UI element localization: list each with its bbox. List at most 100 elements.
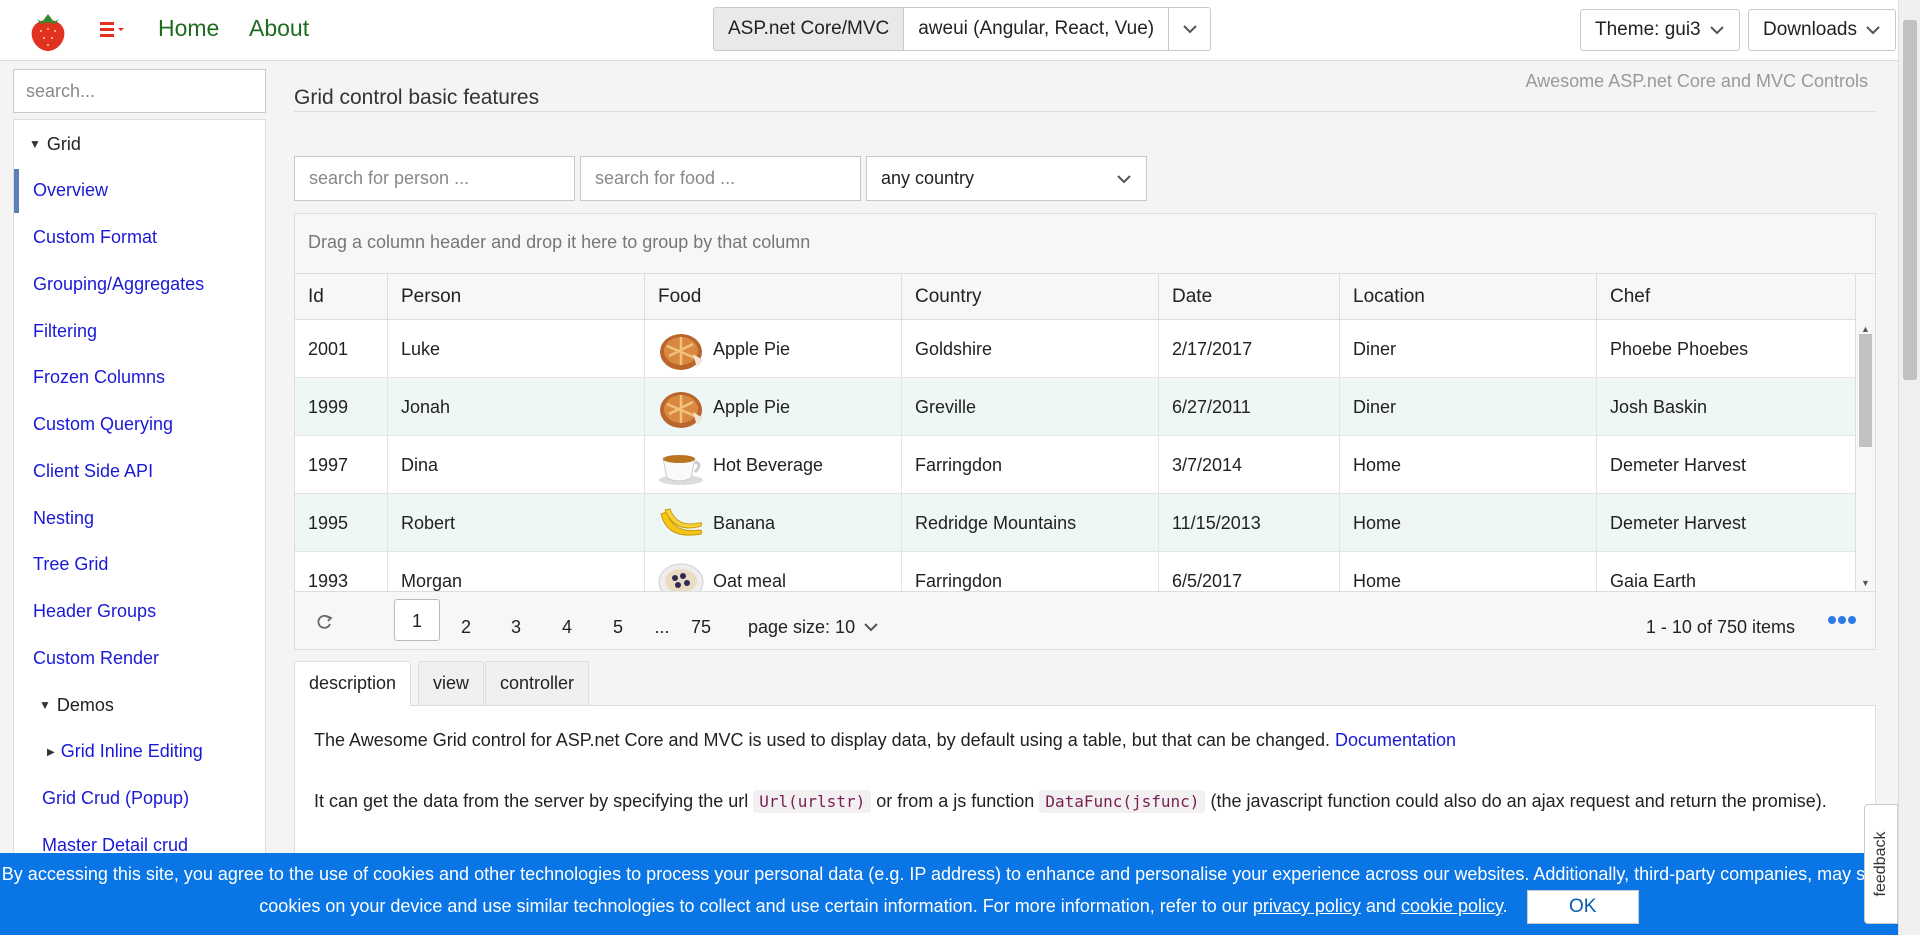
sidebar-item-grid[interactable]: ▼ Grid: [29, 134, 81, 155]
sidebar-item-demos[interactable]: ▼ Demos: [39, 695, 114, 716]
triangle-right-icon: ▶: [47, 747, 55, 758]
grid-scroll-thumb[interactable]: [1859, 334, 1872, 447]
feedback-label: feedback: [1872, 831, 1889, 897]
data-grid: Drag a column header and drop it here to…: [294, 213, 1876, 650]
sidebar-item-header-groups[interactable]: Header Groups: [33, 601, 156, 622]
title-divider: [294, 111, 1876, 112]
sidebar-item-filtering[interactable]: Filtering: [33, 321, 97, 342]
sidebar-item-tree-grid[interactable]: Tree Grid: [33, 554, 108, 575]
column-header-date[interactable]: Date: [1159, 274, 1340, 320]
country-select[interactable]: any country: [866, 156, 1147, 201]
cell-person: Robert: [388, 494, 645, 552]
sidebar-item-overview[interactable]: Overview: [33, 180, 108, 201]
person-search-input[interactable]: [294, 156, 575, 201]
sidebar-item-grid-inline-editing[interactable]: ▶ Grid Inline Editing: [47, 741, 203, 762]
table-row[interactable]: 2001 Luke Apple Pie Goldshire 2/17/2017 …: [295, 320, 1856, 378]
banana-icon: [660, 508, 703, 536]
scroll-up-arrow-icon[interactable]: ▲: [1861, 324, 1870, 334]
brand-subtitle: Awesome ASP.net Core and MVC Controls: [1525, 71, 1868, 91]
more-options-icon[interactable]: [1827, 615, 1857, 625]
sidebar-item-label: Demos: [56, 695, 114, 715]
sidebar-item-custom-render[interactable]: Custom Render: [33, 648, 159, 669]
grid-body: 2001 Luke Apple Pie Goldshire 2/17/2017 …: [295, 320, 1856, 591]
page-button-5[interactable]: 5: [607, 606, 629, 648]
oat-meal-icon: [658, 563, 704, 591]
sidebar-item-grouping-aggregates[interactable]: Grouping/Aggregates: [33, 274, 204, 295]
sidebar-item-grid-crud-popup[interactable]: Grid Crud (Popup): [42, 788, 189, 809]
table-row[interactable]: 1997 Dina Hot Beverage Farringdon 3/7/20…: [295, 436, 1856, 494]
strawberry-logo-icon[interactable]: [28, 10, 68, 52]
cookie-ok-button[interactable]: OK: [1526, 890, 1639, 924]
table-row[interactable]: 1999 Jonah Apple Pie Greville 6/27/2011 …: [295, 378, 1856, 436]
scroll-down-arrow-icon[interactable]: ▼: [1861, 578, 1870, 588]
page-button-2[interactable]: 2: [455, 606, 477, 648]
tab-aspnet-core-mvc[interactable]: ASP.net Core/MVC: [713, 7, 905, 51]
cell-person: Morgan: [388, 552, 645, 591]
column-header-country[interactable]: Country: [902, 274, 1159, 320]
column-header-id[interactable]: Id: [295, 274, 388, 320]
cell-food: Oat meal: [645, 552, 902, 591]
table-row[interactable]: 1995 Robert Banana Redridge Mountains 11…: [295, 494, 1856, 552]
cell-country: Farringdon: [902, 436, 1159, 494]
food-name: Apple Pie: [713, 397, 791, 417]
sidebar-item-custom-querying[interactable]: Custom Querying: [33, 414, 173, 435]
page-ellipsis[interactable]: ...: [651, 606, 673, 648]
description-text: The Awesome Grid control for ASP.net Cor…: [314, 730, 1330, 750]
cell-date: 2/17/2017: [1159, 320, 1340, 378]
code-url: Url(urlstr): [753, 790, 872, 813]
column-header-location[interactable]: Location: [1340, 274, 1597, 320]
cell-person: Luke: [388, 320, 645, 378]
cell-country: Redridge Mountains: [902, 494, 1159, 552]
framework-switch: ASP.net Core/MVC aweui (Angular, React, …: [713, 7, 1212, 51]
food-search-input[interactable]: [580, 156, 861, 201]
feedback-button[interactable]: feedback: [1864, 804, 1898, 924]
grid-vertical-scrollbar[interactable]: ▲ ▼: [1855, 274, 1875, 591]
sidebar-search-input[interactable]: [13, 69, 266, 113]
hamburger-menu-icon[interactable]: [96, 16, 130, 42]
nav-home-link[interactable]: Home: [158, 15, 219, 42]
sidebar-item-frozen-columns[interactable]: Frozen Columns: [33, 367, 165, 388]
sidebar-item-client-side-api[interactable]: Client Side API: [33, 461, 153, 482]
table-row[interactable]: 1993 Morgan Oat meal Farringdon 6/5/2017…: [295, 552, 1856, 591]
page-scroll-thumb[interactable]: [1903, 20, 1917, 380]
downloads-dropdown[interactable]: Downloads: [1748, 9, 1896, 51]
sidebar-item-nesting[interactable]: Nesting: [33, 508, 94, 529]
group-drop-zone[interactable]: Drag a column header and drop it here to…: [295, 214, 1875, 274]
privacy-policy-link[interactable]: privacy policy: [1253, 896, 1361, 916]
cell-id: 1999: [295, 378, 388, 436]
page-size-dropdown[interactable]: page size: 10: [748, 606, 879, 648]
grid-pager: 1 2 3 4 5 ... 75 page size: 10 1 - 10 of…: [295, 591, 1875, 649]
sidebar-item-custom-format[interactable]: Custom Format: [33, 227, 157, 248]
sidebar-nav: ▼ Grid Overview Custom Format Grouping/Ag…: [13, 119, 266, 859]
page-button-1[interactable]: 1: [394, 599, 440, 641]
tab-description[interactable]: description: [294, 661, 412, 706]
refresh-icon[interactable]: [315, 612, 335, 632]
documentation-link[interactable]: Documentation: [1335, 730, 1456, 750]
page-scrollbar[interactable]: [1898, 0, 1920, 935]
cell-id: 1997: [295, 436, 388, 494]
column-header-person[interactable]: Person: [388, 274, 645, 320]
tab-view[interactable]: view: [418, 661, 485, 706]
tab-aweui[interactable]: aweui (Angular, React, Vue): [904, 7, 1170, 51]
page-button-75[interactable]: 75: [684, 606, 718, 648]
tab-controller[interactable]: controller: [485, 661, 590, 706]
column-header-food[interactable]: Food: [645, 274, 902, 320]
cookie-policy-link[interactable]: cookie policy: [1401, 896, 1503, 916]
page-button-3[interactable]: 3: [505, 606, 527, 648]
nav-about-link[interactable]: About: [249, 15, 309, 42]
description-paragraph-2: It can get the data from the server by s…: [314, 786, 1844, 817]
active-item-indicator: [14, 169, 19, 213]
cell-chef: Demeter Harvest: [1597, 436, 1856, 494]
page-button-4[interactable]: 4: [556, 606, 578, 648]
apple-pie-icon: [660, 334, 703, 370]
cell-person: Dina: [388, 436, 645, 494]
cell-date: 11/15/2013: [1159, 494, 1340, 552]
column-header-chef[interactable]: Chef: [1597, 274, 1856, 320]
theme-dropdown[interactable]: Theme: gui3: [1580, 9, 1740, 51]
description-text: It can get the data from the server by s…: [314, 791, 749, 811]
cell-food: Apple Pie: [645, 320, 902, 378]
framework-dropdown-button[interactable]: [1169, 7, 1212, 51]
cell-location: Home: [1340, 494, 1597, 552]
cookie-banner: By accessing this site, you agree to the…: [0, 853, 1898, 935]
cell-chef: Demeter Harvest: [1597, 494, 1856, 552]
